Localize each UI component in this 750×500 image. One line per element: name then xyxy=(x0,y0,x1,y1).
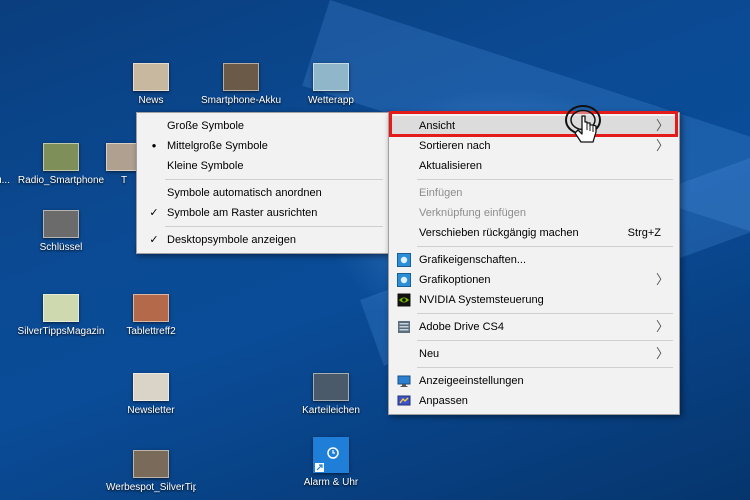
menu-item-verschieben-rueckgaengig[interactable]: Verschieben rückgängig machen Strg+Z xyxy=(389,223,679,243)
chevron-right-icon: 〉 xyxy=(655,272,669,287)
desktop-icon-label: Werbespot_SilverTipps xyxy=(106,482,196,493)
menu-separator xyxy=(417,340,673,341)
desktop-icon-news[interactable]: News xyxy=(106,63,196,107)
menu-item-label: Sortieren nach xyxy=(419,140,491,152)
menu-separator xyxy=(417,367,673,368)
desktop-icon-label: SilverTippsMagazin xyxy=(17,326,105,337)
desktop-icon-wetterapp[interactable]: Wetterapp xyxy=(286,63,376,107)
menu-item-label: Verschieben rückgängig machen xyxy=(419,227,579,239)
menu-item-small-icons[interactable]: Kleine Symbole xyxy=(137,156,389,176)
menu-item-anzeigeeinstellungen[interactable]: Anzeigeeinstellungen xyxy=(389,371,679,391)
desktop-icon-radio-smartphone[interactable]: Radio_Smartphone xyxy=(16,143,106,187)
desktop-icon-label: Alarm & Uhr xyxy=(303,477,359,488)
menu-item-label: Anzeigeeinstellungen xyxy=(419,375,524,387)
desktop-icon-label: Tablettreff2 xyxy=(126,326,176,337)
desktop-icon-label: Radio_Smartphone xyxy=(17,175,105,186)
menu-item-grafikeigenschaften[interactable]: Grafikeigenschaften... xyxy=(389,250,679,270)
menu-item-grafikoptionen[interactable]: Grafikoptionen 〉 xyxy=(389,270,679,290)
magazine-thumbnail-icon xyxy=(43,294,79,322)
weather-thumbnail-icon xyxy=(313,63,349,91)
menu-item-anpassen[interactable]: Anpassen xyxy=(389,391,679,411)
menu-separator xyxy=(417,246,673,247)
desktop-context-menu: Ansicht 〉 Sortieren nach 〉 Aktualisieren E… xyxy=(388,112,680,415)
menu-item-label: Grafikoptionen xyxy=(419,274,491,286)
menu-item-show-desktop-icons[interactable]: ✓ Desktopsymbole anzeigen xyxy=(137,230,389,250)
desktop-icon-label: News xyxy=(138,95,164,106)
menu-item-label: Symbole am Raster ausrichten xyxy=(167,207,318,219)
menu-item-label: Aktualisieren xyxy=(419,160,482,172)
desktop-icon-label: Newsletter xyxy=(127,405,175,416)
menu-item-verknuepfung-einfuegen: Verknüpfung einfügen xyxy=(389,203,679,223)
menu-item-einfuegen: Einfügen xyxy=(389,183,679,203)
desktop-icon-silvertipps-magazin[interactable]: SilverTippsMagazin xyxy=(16,294,106,338)
radio-thumbnail-icon xyxy=(43,143,79,171)
karteileichen-thumbnail-icon xyxy=(313,373,349,401)
desktop-icon-tablettreff2[interactable]: Tablettreff2 xyxy=(106,294,196,338)
menu-item-aktualisieren[interactable]: Aktualisieren xyxy=(389,156,679,176)
menu-item-label: Grafikeigenschaften... xyxy=(419,254,527,266)
desktop-icon-werbespot[interactable]: Werbespot_SilverTipps xyxy=(106,450,196,494)
view-submenu: Große Symbole ● Mittelgroße Symbole Klein… xyxy=(136,112,390,254)
chevron-right-icon: 〉 xyxy=(655,346,669,361)
menu-item-label: Verknüpfung einfügen xyxy=(419,207,527,219)
adobe-drive-icon xyxy=(398,321,410,333)
nvidia-icon xyxy=(397,293,411,307)
menu-item-label: Desktopsymbole anzeigen xyxy=(167,234,297,246)
radio-dot-icon: ● xyxy=(151,141,157,150)
menu-item-neu[interactable]: Neu 〉 xyxy=(389,344,679,364)
menu-item-label: Mittelgroße Symbole xyxy=(167,140,268,152)
desktop-icon-label: Schlüssel xyxy=(39,242,83,253)
desktop-icon-label: Wetterapp xyxy=(308,95,354,106)
alarm-clock-icon xyxy=(313,437,349,473)
newsletter-thumbnail-icon xyxy=(133,373,169,401)
menu-item-label: Kleine Symbole xyxy=(167,160,244,172)
chevron-right-icon: 〉 xyxy=(655,319,669,334)
menu-separator xyxy=(165,226,383,227)
desktop-icon-karteileichen[interactable]: Karteileichen xyxy=(286,373,376,417)
menu-item-label: Große Symbole xyxy=(167,120,245,132)
menu-item-auto-arrange[interactable]: Symbole automatisch anordnen xyxy=(137,183,389,203)
smartphone-thumbnail-icon xyxy=(223,63,259,91)
menu-item-label: Adobe Drive CS4 xyxy=(419,321,504,333)
news-thumbnail-icon xyxy=(133,63,169,91)
menu-item-label: Neu xyxy=(419,348,440,360)
menu-item-nvidia[interactable]: NVIDIA Systemsteuerung xyxy=(389,290,679,310)
desktop-icon-label: u... xyxy=(0,175,10,186)
desktop-icon-newsletter[interactable]: Newsletter xyxy=(106,373,196,417)
menu-item-label: Anpassen xyxy=(419,395,468,407)
menu-item-align-grid[interactable]: ✓ Symbole am Raster ausrichten xyxy=(137,203,389,223)
menu-item-medium-icons[interactable]: ● Mittelgroße Symbole xyxy=(137,136,389,156)
menu-item-label: Einfügen xyxy=(419,187,463,199)
key-thumbnail-icon xyxy=(43,210,79,238)
desktop-icon-schluessel[interactable]: Schlüssel xyxy=(16,210,106,254)
check-mark-icon: ✓ xyxy=(149,207,159,219)
menu-item-sortieren[interactable]: Sortieren nach 〉 xyxy=(389,136,679,156)
intel-graphics-icon xyxy=(397,273,411,287)
intel-graphics-icon xyxy=(397,253,411,267)
tablet-thumbnail-icon xyxy=(133,294,169,322)
desktop-icon-label: Smartphone-Akku xyxy=(200,95,282,106)
menu-separator xyxy=(165,179,383,180)
menu-item-label: NVIDIA Systemsteuerung xyxy=(419,294,544,306)
menu-item-large-icons[interactable]: Große Symbole xyxy=(137,116,389,136)
desktop-icon-label: Karteileichen xyxy=(302,405,360,416)
shortcut-label: Strg+Z xyxy=(627,227,661,239)
menu-item-label: Symbole automatisch anordnen xyxy=(167,187,322,199)
video-thumbnail-icon xyxy=(133,450,169,478)
menu-item-adobe-drive[interactable]: Adobe Drive CS4 〉 xyxy=(389,317,679,337)
chevron-right-icon: 〉 xyxy=(655,138,669,153)
display-settings-icon xyxy=(397,375,411,387)
desktop-icon-smartphone-akku[interactable]: Smartphone-Akku xyxy=(196,63,286,107)
menu-separator xyxy=(417,179,673,180)
personalize-icon xyxy=(397,395,411,406)
hand-cursor-icon xyxy=(565,105,601,143)
desktop-icon-partial[interactable]: u... xyxy=(0,143,10,187)
check-mark-icon: ✓ xyxy=(149,234,159,246)
menu-separator xyxy=(417,313,673,314)
ansicht-highlight-frame xyxy=(389,111,678,137)
desktop-icon-alarm-uhr[interactable]: Alarm & Uhr xyxy=(286,437,376,489)
